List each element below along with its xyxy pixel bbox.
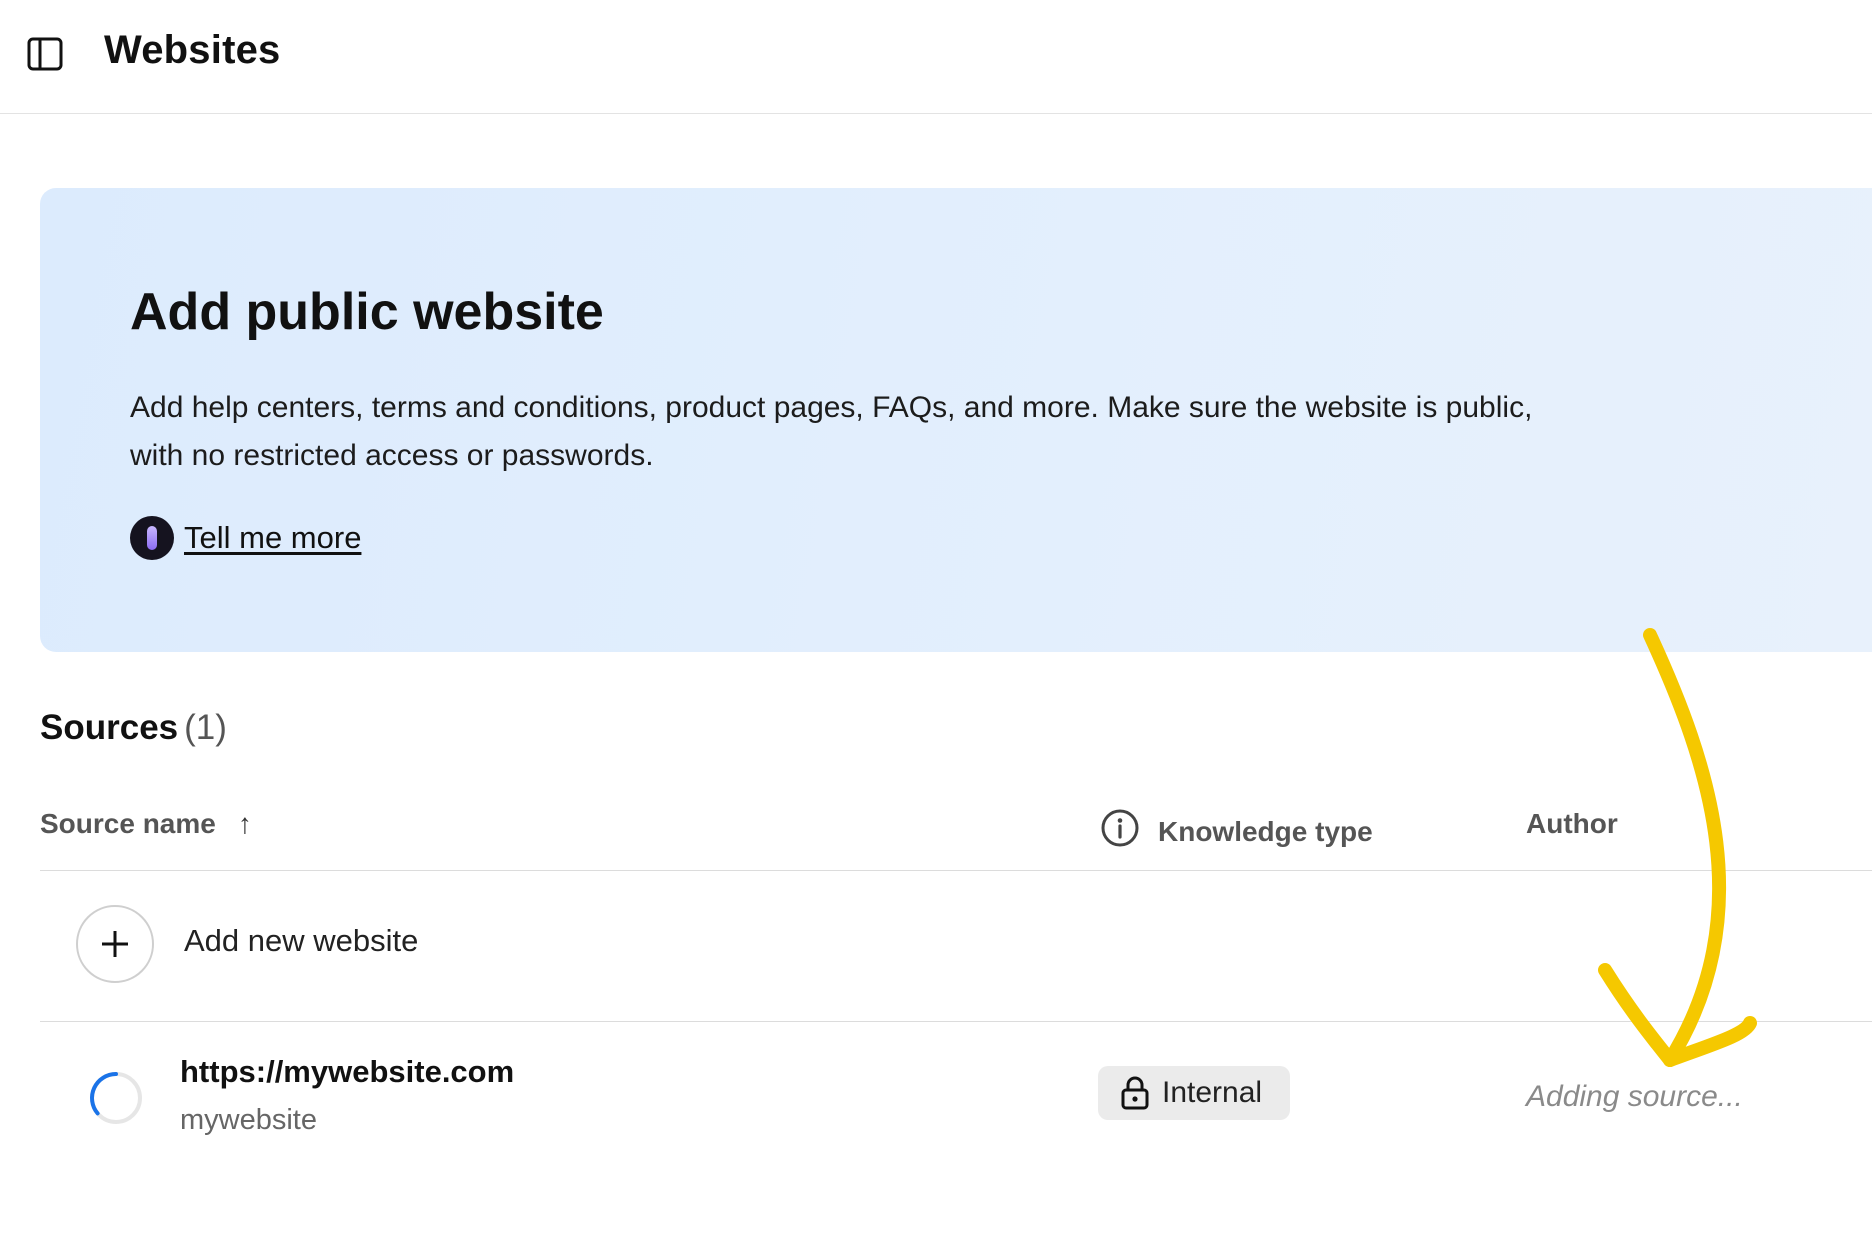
- loading-spinner-icon: [88, 1070, 144, 1126]
- column-header-author: Author: [1526, 808, 1618, 840]
- source-url[interactable]: https://mywebsite.com: [180, 1054, 514, 1090]
- column-label-author: Author: [1526, 808, 1618, 839]
- sidebar-toggle-icon[interactable]: [26, 36, 64, 72]
- top-bar: Websites: [0, 0, 1872, 114]
- add-new-website-label: Add new website: [184, 923, 419, 958]
- tell-me-more-label: Tell me more: [184, 520, 362, 555]
- column-label-knowledge-type: Knowledge type: [1158, 815, 1373, 847]
- banner-title: Add public website: [130, 283, 604, 341]
- table-row[interactable]: https://mywebsite.com mywebsite Internal…: [40, 1022, 1872, 1172]
- banner-description: Add help centers, terms and conditions, …: [130, 391, 1533, 472]
- sources-heading-label: Sources: [40, 708, 179, 747]
- knowledge-type-label: Internal: [1162, 1076, 1263, 1109]
- column-header-knowledge-type: Knowledge type: [1100, 808, 1373, 855]
- sources-table-header: Source name ↑ Knowledge type Author: [40, 800, 1872, 871]
- info-icon[interactable]: [1100, 808, 1140, 855]
- knowledge-type-badge: Internal: [1098, 1066, 1291, 1120]
- add-website-banner: Add public website Add help centers, ter…: [40, 188, 1872, 652]
- lock-icon: [1120, 1075, 1150, 1111]
- plus-icon[interactable]: [76, 905, 154, 983]
- source-name: mywebsite: [180, 1104, 317, 1136]
- assistant-icon: [130, 516, 174, 560]
- sort-ascending-icon[interactable]: ↑: [238, 808, 252, 840]
- sources-heading: Sources (1): [40, 708, 227, 748]
- add-new-website-row[interactable]: Add new website: [40, 871, 1872, 1022]
- column-label-source-name: Source name: [40, 808, 216, 839]
- column-header-source-name[interactable]: Source name ↑: [40, 808, 252, 840]
- status-text: Adding source...: [1526, 1080, 1743, 1113]
- tell-me-more-link[interactable]: Tell me more: [130, 516, 361, 560]
- page-title: Websites: [104, 28, 281, 72]
- sources-count: (1): [184, 708, 227, 747]
